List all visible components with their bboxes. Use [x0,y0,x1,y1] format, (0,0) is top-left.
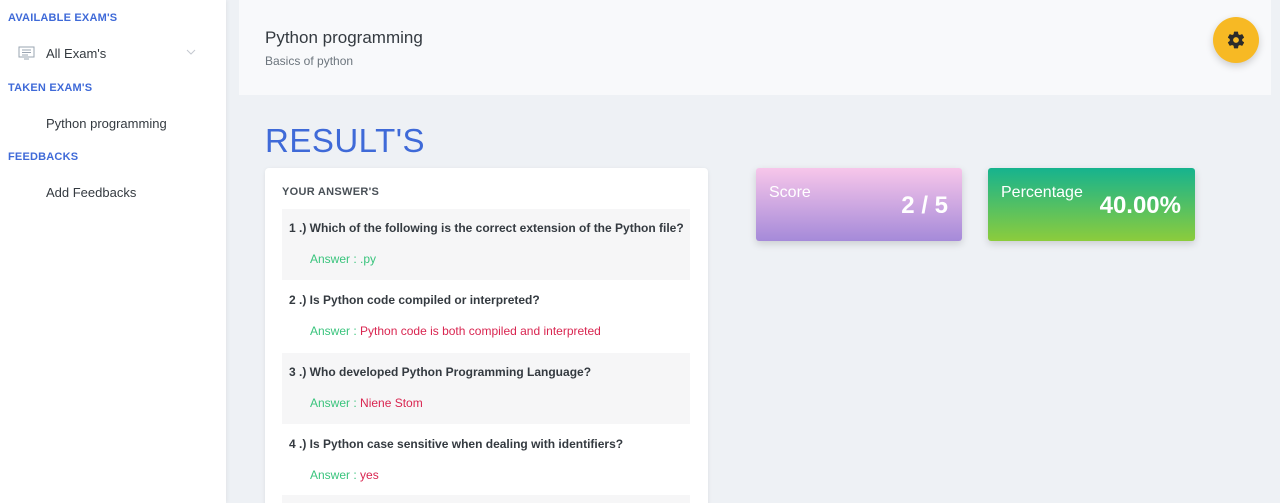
score-value: 2 / 5 [901,192,948,219]
answer-label: Answer : [310,396,357,410]
sidebar-item-all-exams[interactable]: All Exam's [0,38,226,68]
answer-label: Answer : [310,324,357,338]
monitor-list-icon [18,46,35,60]
sidebar-heading-taken-exams: TAKEN EXAM'S [8,82,93,94]
percentage-value: 40.00% [1099,192,1181,219]
answer-line: Answer : .py [310,252,376,266]
answer-value: .py [360,252,377,266]
percentage-label: Percentage [1001,184,1083,201]
page-subtitle: Basics of python [265,54,354,68]
score-card: Score 2 / 5 [756,168,962,241]
results-title: RESULT'S [265,122,426,159]
gear-icon [1227,31,1245,49]
percentage-card: Percentage 40.00% [988,168,1195,241]
answers-card: YOUR ANSWER'S 1 .) Which of the followin… [265,168,708,503]
answer-value: yes [360,468,379,482]
answer-value: Python code is both compiled and interpr… [360,324,601,338]
question-text: 3 .) Who developed Python Programming La… [289,365,592,379]
settings-button[interactable] [1213,17,1259,63]
answer-label: Answer : [310,468,357,482]
answer-line: Answer : yes [310,468,379,482]
answer-line: Answer : Python code is both compiled an… [310,324,601,338]
question-item: 3 .) Who developed Python Programming La… [282,353,690,424]
answers-heading: YOUR ANSWER'S [282,186,380,198]
chevron-down-icon[interactable] [186,48,196,56]
question-item [282,495,690,503]
answer-value: Niene Stom [360,396,423,410]
answer-line: Answer : Niene Stom [310,396,423,410]
question-text: 2 .) Is Python code compiled or interpre… [289,293,540,307]
sidebar-heading-feedbacks: FEEDBACKS [8,151,79,163]
sidebar-item-add-feedbacks[interactable]: Add Feedbacks [0,177,226,207]
question-item: 4 .) Is Python case sensitive when deali… [282,425,690,496]
sidebar-item-label: All Exam's [46,45,107,61]
sidebar: AVAILABLE EXAM'S All Exam's TAKEN EXAM'S… [0,0,226,503]
sidebar-item-python-programming[interactable]: Python programming [0,108,226,138]
sidebar-item-label: Python programming [46,115,167,131]
page-header: Python programming Basics of python [239,0,1271,95]
question-item: 1 .) Which of the following is the corre… [282,209,690,280]
sidebar-heading-available-exams: AVAILABLE EXAM'S [8,12,118,24]
answer-label: Answer : [310,252,357,266]
question-text: 1 .) Which of the following is the corre… [289,221,684,235]
question-item: 2 .) Is Python code compiled or interpre… [282,281,690,352]
page-title: Python programming [265,28,423,47]
question-text: 4 .) Is Python case sensitive when deali… [289,437,624,451]
score-label: Score [769,184,811,201]
sidebar-item-label: Add Feedbacks [46,184,137,200]
